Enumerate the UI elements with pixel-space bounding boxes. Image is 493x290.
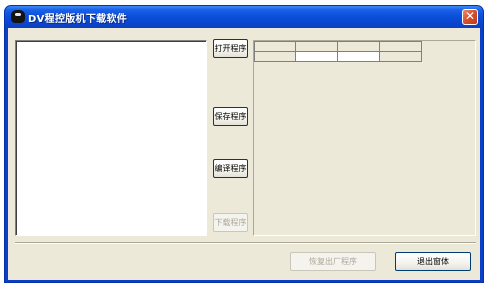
grid-header-row xyxy=(254,41,422,52)
data-grid[interactable] xyxy=(254,41,422,62)
grid-header-cell[interactable] xyxy=(379,41,422,52)
compile-program-button[interactable]: 编译程序 xyxy=(213,159,248,178)
grid-header-cell[interactable] xyxy=(295,41,338,52)
window-title: DV程控版机下载软件 xyxy=(28,14,128,25)
save-program-button[interactable]: 保存程序 xyxy=(213,107,248,126)
grid-header-cell[interactable] xyxy=(337,41,380,52)
open-program-button[interactable]: 打开程序 xyxy=(213,39,248,58)
grid-row xyxy=(254,51,422,62)
separator-line xyxy=(15,242,476,244)
grid-corner-cell xyxy=(254,41,296,52)
grid-cell[interactable] xyxy=(337,51,380,62)
data-grid-panel[interactable] xyxy=(253,40,476,236)
grid-row-header-cell[interactable] xyxy=(254,51,296,62)
grid-cell[interactable] xyxy=(379,51,422,62)
title-bar[interactable]: DV程控版机下载软件 ✕ xyxy=(5,6,483,28)
program-editor[interactable] xyxy=(15,40,207,236)
restore-factory-program-button[interactable]: 恢复出厂程序 xyxy=(290,252,376,271)
main-window: DV程控版机下载软件 ✕ 打开程序 保存程序 编译程序 下载程序 恢复出厂程序 … xyxy=(4,5,484,283)
exit-window-button[interactable]: 退出窗体 xyxy=(395,252,471,271)
close-button[interactable]: ✕ xyxy=(462,9,478,25)
window-client-area: 打开程序 保存程序 编译程序 下载程序 恢复出厂程序 退出窗体 xyxy=(8,28,480,280)
grid-cell[interactable] xyxy=(295,51,338,62)
app-icon xyxy=(11,10,25,23)
download-program-button[interactable]: 下载程序 xyxy=(213,213,248,232)
